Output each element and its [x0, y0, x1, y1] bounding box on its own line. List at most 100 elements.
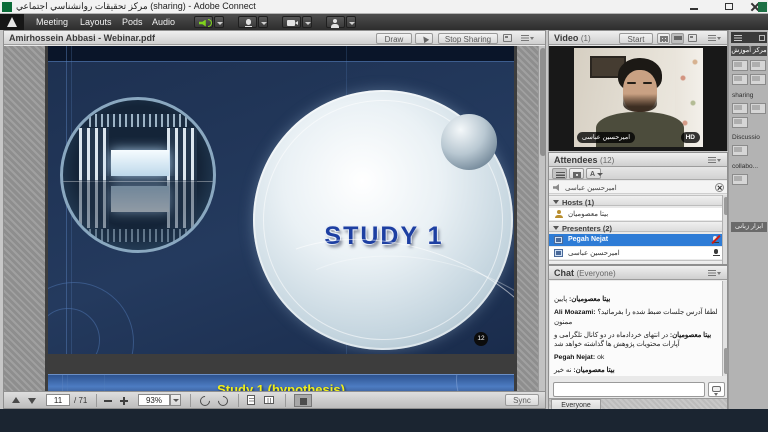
webcam-dropdown[interactable]: [302, 16, 312, 28]
presenters-section-header[interactable]: Presenters (2): [549, 221, 723, 232]
toolbar-separator: [190, 394, 191, 407]
attendees-pod-menu[interactable]: [707, 155, 721, 165]
document-margin-right: [517, 46, 538, 391]
chat-scrollbar[interactable]: [722, 281, 727, 376]
menu-lines-icon: [708, 270, 716, 276]
chat-pod-menu[interactable]: [707, 268, 721, 278]
photo-reflection: [63, 182, 216, 253]
start-webcam-button[interactable]: Start: [619, 33, 653, 44]
speaker-button[interactable]: [194, 16, 213, 28]
page-total-label: / 71: [74, 396, 87, 405]
maximize-button[interactable]: [718, 0, 740, 13]
layout-thumbnail[interactable]: [750, 60, 766, 71]
zoom-out-button[interactable]: [104, 392, 116, 409]
layout-thumbnail[interactable]: [732, 117, 748, 128]
share-scrollbar-thumb[interactable]: [540, 48, 546, 156]
list-view-button[interactable]: [552, 168, 567, 179]
share-pod-menu[interactable]: [520, 33, 534, 43]
status-button[interactable]: [326, 16, 345, 28]
presenter-icon: [554, 236, 563, 244]
chat-pod-title: Chat (Everyone): [554, 268, 616, 278]
chat-input[interactable]: [553, 382, 705, 397]
hosts-section-header[interactable]: Hosts (1): [549, 195, 723, 206]
chat-scrollbar-thumb[interactable]: [724, 348, 728, 374]
layout-thumbnail[interactable]: [750, 74, 766, 85]
photo-ceiling: [89, 114, 187, 127]
rotate-left-button[interactable]: [200, 396, 210, 406]
layout-thumbnail[interactable]: [732, 103, 748, 114]
page-number-input[interactable]: [46, 394, 70, 406]
minimize-icon: [690, 8, 698, 10]
chevron-down-icon: [217, 22, 223, 25]
adobe-logo[interactable]: [0, 14, 24, 30]
breakout-view-button[interactable]: [569, 168, 584, 179]
sort-attendees-button[interactable]: A: [586, 168, 601, 179]
zoom-dropdown[interactable]: [170, 394, 181, 406]
filmstrip-icon: [674, 36, 682, 40]
pointer-icon: [421, 34, 429, 42]
draw-button[interactable]: Draw: [376, 33, 412, 44]
layout-bar-header[interactable]: [731, 32, 767, 43]
sort-arrow-icon: [597, 173, 603, 176]
attendee-row-presenter[interactable]: امیرحسین عباسی: [549, 247, 723, 259]
rotate-right-icon: [216, 394, 230, 408]
layout-label-collaboration[interactable]: collabo...: [732, 163, 758, 170]
layout-thumbnail[interactable]: [732, 174, 748, 185]
attendee-row-selected[interactable]: Pegah Nejat: [549, 234, 723, 246]
toolbar-separator: [238, 394, 239, 407]
menu-audio[interactable]: Audio: [152, 17, 175, 27]
chat-tabstrip: Everyone: [549, 398, 727, 409]
chevron-down-icon: [530, 37, 534, 40]
zoom-level-value[interactable]: 93%: [138, 394, 170, 406]
clear-active-speaker-button[interactable]: [715, 183, 724, 192]
pan-tool-button[interactable]: [294, 394, 312, 407]
document-margin-left: [4, 46, 45, 391]
title-right-icon: [758, 2, 767, 12]
video-pod-menu[interactable]: [707, 33, 721, 43]
layout-thumbnail[interactable]: [732, 60, 748, 71]
mic-dropdown[interactable]: [258, 16, 268, 28]
layout-thumbnail[interactable]: [732, 145, 748, 156]
page-down-button[interactable]: [28, 398, 36, 404]
menu-meeting[interactable]: Meeting: [36, 17, 68, 27]
attendee-row-host[interactable]: بیتا معصومیان: [549, 208, 723, 220]
status-dropdown[interactable]: [346, 16, 356, 28]
grid-view-button[interactable]: [657, 33, 670, 44]
rotate-right-button[interactable]: [218, 396, 228, 406]
filmstrip-view-button[interactable]: [671, 33, 684, 44]
attendees-count: (12): [600, 156, 614, 165]
stop-sharing-button[interactable]: Stop Sharing: [438, 33, 498, 44]
speaker-dropdown[interactable]: [214, 16, 224, 28]
presenter-icon: [554, 249, 563, 257]
attendees-scrollbar[interactable]: [722, 195, 727, 265]
layout-label-sharing[interactable]: sharing: [732, 92, 753, 99]
layout-label-discussion[interactable]: Discussio: [732, 134, 760, 141]
menu-pods[interactable]: Pods: [122, 17, 143, 27]
menu-lines-icon: [521, 35, 529, 41]
menu-layouts[interactable]: Layouts: [80, 17, 112, 27]
layout-thumbnail[interactable]: [750, 103, 766, 114]
chat-send-button[interactable]: [708, 382, 725, 397]
video-name-overlay: امیرحسین عباسی: [577, 132, 635, 143]
video-pod: Video (1) Start امیرحسین عباسی: [548, 30, 728, 151]
pointer-button[interactable]: [415, 33, 433, 44]
webcam-button[interactable]: [282, 16, 301, 28]
layout-label-training[interactable]: مرکز آموزش: [731, 46, 767, 56]
adobe-a-icon: [7, 17, 17, 27]
page-up-button[interactable]: [12, 397, 20, 403]
chat-pod-header: Chat (Everyone): [549, 266, 727, 280]
photo-columns-right: [167, 128, 197, 180]
list-icon: [556, 172, 565, 178]
active-speaker-icon: [553, 184, 561, 191]
zoom-in-button[interactable]: [120, 392, 132, 409]
video-pod-header: Video (1) Start: [549, 31, 727, 45]
layout-label-custom[interactable]: ابزار زبانی: [731, 222, 767, 232]
attendees-scrollbar-thumb[interactable]: [724, 197, 728, 215]
video-content: امیرحسین عباسی HD: [549, 46, 727, 151]
minimize-button[interactable]: [684, 0, 706, 13]
sync-button[interactable]: Sync: [505, 394, 539, 406]
share-scrollbar[interactable]: [538, 46, 545, 391]
mic-button[interactable]: [238, 16, 257, 28]
layout-thumbnail[interactable]: [732, 74, 748, 85]
chevron-down-icon: [349, 22, 355, 25]
